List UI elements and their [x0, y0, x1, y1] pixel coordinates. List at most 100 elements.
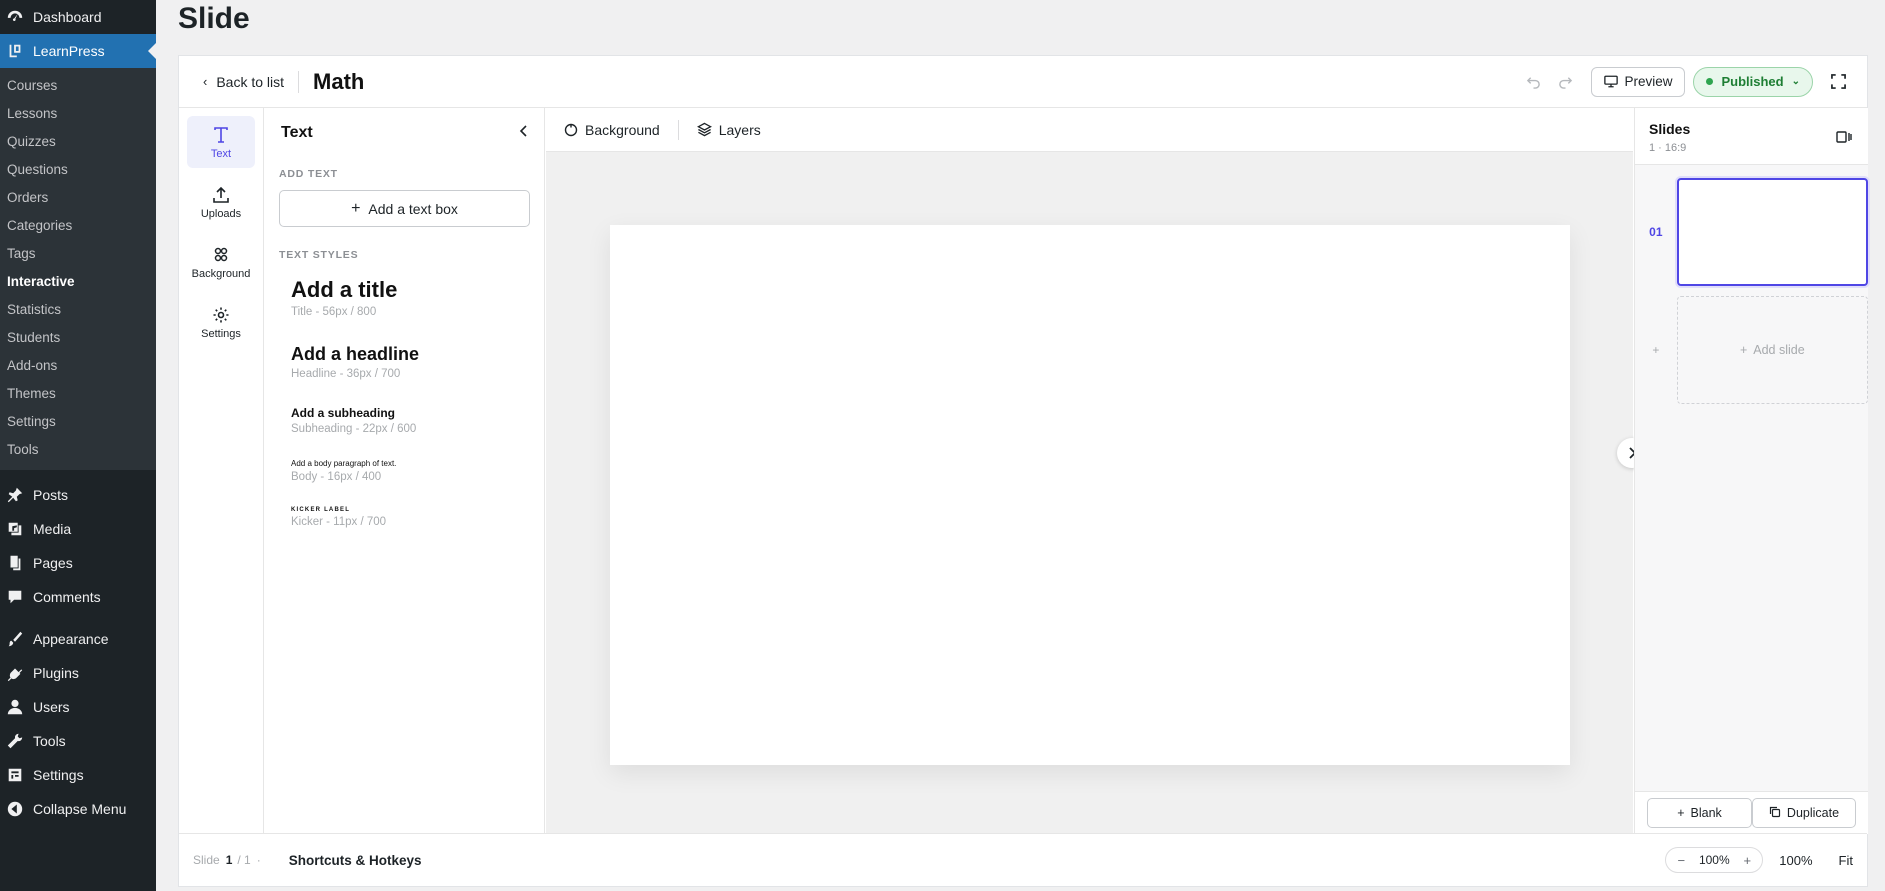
zoom-readout[interactable]: 100%	[1779, 853, 1812, 868]
status-dropdown[interactable]: Published ⌄	[1693, 66, 1813, 97]
duplicate-slide-button[interactable]: Duplicate	[1751, 798, 1856, 828]
pages-icon	[6, 554, 24, 572]
duplicate-label: Duplicate	[1786, 806, 1840, 820]
style-kicker-meta: Kicker - 11px / 700	[291, 516, 387, 528]
submenu-students[interactable]: Students	[0, 324, 156, 352]
total-slides: / 1	[237, 853, 251, 867]
redo-icon	[1559, 77, 1573, 89]
add-slide-label: Add slide	[1753, 343, 1805, 357]
tool-text[interactable]: Text	[187, 116, 255, 168]
zoom-out-button[interactable]: −	[1672, 853, 1690, 868]
menu-collapse[interactable]: Collapse Menu	[0, 792, 156, 826]
slides-meta: 1 · 16:9	[1649, 142, 1687, 154]
fullscreen-button[interactable]	[1823, 67, 1853, 97]
tool-uploads[interactable]: Uploads	[187, 176, 255, 228]
dashboard-icon	[6, 8, 24, 26]
text-panel: Text ADD TEXT + Add a text box TEXT STYL…	[265, 108, 545, 834]
add-slide-marker: +	[1652, 343, 1660, 357]
menu-comments[interactable]: Comments	[0, 580, 156, 614]
submenu-addons[interactable]: Add-ons	[0, 352, 156, 380]
menu-media[interactable]: Media	[0, 512, 156, 546]
slide-number: 01	[1649, 225, 1663, 239]
menu-plugins[interactable]: Plugins	[0, 656, 156, 690]
submenu-quizzes[interactable]: Quizzes	[0, 128, 156, 156]
blank-slide-button[interactable]: + Blank	[1647, 798, 1752, 828]
style-headline[interactable]: Add a headline Headline - 36px / 700	[279, 334, 530, 390]
style-kicker[interactable]: KICKER LABEL Kicker - 11px / 700	[279, 497, 530, 538]
menu-users-label: Users	[33, 699, 70, 715]
user-icon	[6, 698, 24, 716]
slide-thumbnail[interactable]	[1676, 178, 1868, 286]
style-headline-name: Add a headline	[291, 344, 420, 364]
submenu-categories[interactable]: Categories	[0, 212, 156, 240]
tool-settings-label: Settings	[201, 327, 241, 340]
submenu-settings[interactable]: Settings	[0, 408, 156, 436]
menu-appearance-label: Appearance	[33, 631, 109, 647]
slide-canvas[interactable]	[610, 225, 1570, 765]
slides-list: 01 + + Add slide	[1635, 165, 1868, 791]
menu-users[interactable]: Users	[0, 690, 156, 724]
wp-admin-sidebar: Dashboard LearnPress Courses Lessons Qui…	[0, 0, 156, 891]
menu-learnpress[interactable]: LearnPress	[0, 34, 156, 68]
style-subheading-meta: Subheading - 22px / 600	[291, 423, 417, 435]
menu-tools[interactable]: Tools	[0, 724, 156, 758]
add-text-box-button[interactable]: + Add a text box	[279, 190, 530, 227]
text-styles-heading: TEXT STYLES	[279, 249, 359, 261]
shortcuts-button[interactable]: Shortcuts & Hotkeys	[289, 853, 422, 868]
zoom-value: 100%	[1698, 853, 1730, 867]
submenu-courses[interactable]: Courses	[0, 72, 156, 100]
preview-button[interactable]: Preview	[1591, 66, 1686, 97]
menu-settings[interactable]: Settings	[0, 758, 156, 792]
tool-settings[interactable]: Settings	[187, 296, 255, 348]
brush-icon	[6, 630, 24, 648]
media-icon	[6, 520, 24, 538]
divider	[298, 70, 300, 93]
panel-title: Text	[281, 124, 313, 141]
pin-icon	[6, 486, 24, 504]
menu-appearance[interactable]: Appearance	[0, 622, 156, 656]
menu-collapse-label: Collapse Menu	[33, 801, 127, 817]
document-title[interactable]: Math	[313, 69, 364, 95]
editor-topbar: ‹ Back to list Math Preview Published ⌄	[179, 56, 1867, 108]
separator-dot: ·	[256, 853, 261, 867]
back-to-list-button[interactable]: ‹ Back to list	[203, 74, 284, 90]
add-slide-row: + + Add slide	[1635, 295, 1868, 405]
slides-footer: + Blank Duplicate	[1635, 791, 1868, 834]
menu-media-label: Media	[33, 521, 72, 537]
style-subheading[interactable]: Add a subheading Subheading - 22px / 600	[279, 396, 530, 445]
palette-icon	[212, 245, 230, 265]
layers-button[interactable]: Layers	[696, 122, 761, 138]
submenu-orders[interactable]: Orders	[0, 184, 156, 212]
submenu-lessons[interactable]: Lessons	[0, 100, 156, 128]
background-button[interactable]: Background	[564, 122, 660, 138]
submenu-tags[interactable]: Tags	[0, 240, 156, 268]
add-slide-button[interactable]: + Add slide	[1676, 296, 1868, 404]
tool-background[interactable]: Background	[187, 236, 255, 288]
submenu-questions[interactable]: Questions	[0, 156, 156, 184]
collapse-panel-button[interactable]	[518, 124, 530, 143]
slide-editor: ‹ Back to list Math Preview Published ⌄	[178, 55, 1868, 887]
submenu-tools[interactable]: Tools	[0, 436, 156, 464]
menu-dashboard-label: Dashboard	[33, 9, 102, 25]
menu-pages-label: Pages	[33, 555, 73, 571]
style-body[interactable]: Add a body paragraph of text. Body - 16p…	[279, 449, 530, 493]
menu-pages[interactable]: Pages	[0, 546, 156, 580]
toggle-slides-panel-button[interactable]	[1836, 130, 1852, 149]
undo-button[interactable]	[1517, 66, 1549, 98]
blank-label: Blank	[1690, 806, 1722, 820]
fit-button[interactable]: Fit	[1839, 853, 1853, 868]
menu-posts[interactable]: Posts	[0, 478, 156, 512]
canvas-area: Background Layers	[546, 108, 1647, 834]
style-body-name: Add a body paragraph of text.	[291, 459, 397, 468]
redo-button[interactable]	[1549, 66, 1581, 98]
zoom-in-button[interactable]: +	[1738, 853, 1756, 868]
style-title[interactable]: Add a title Title - 56px / 800	[279, 267, 530, 328]
current-slide-number: 1	[225, 853, 233, 867]
style-subheading-name: Add a subheading	[291, 406, 396, 420]
submenu-statistics[interactable]: Statistics	[0, 296, 156, 324]
preview-label: Preview	[1624, 74, 1673, 89]
menu-learnpress-label: LearnPress	[33, 43, 105, 59]
submenu-interactive[interactable]: Interactive	[0, 268, 156, 296]
menu-dashboard[interactable]: Dashboard	[0, 0, 156, 34]
submenu-themes[interactable]: Themes	[0, 380, 156, 408]
